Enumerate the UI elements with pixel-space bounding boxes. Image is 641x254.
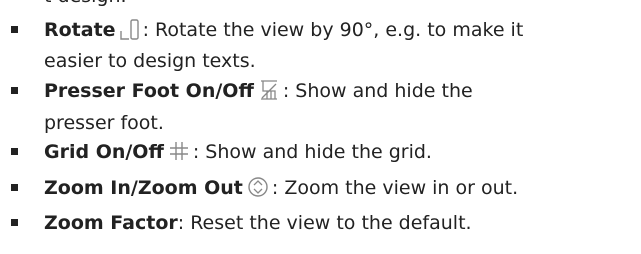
item-description: : Reset the view to the default. [177, 212, 472, 234]
bullet-icon [11, 219, 18, 226]
item-description-continued: easier to design texts. [44, 50, 256, 72]
list-item-text: Presser Foot On/Off : Show and hide the [44, 75, 639, 107]
item-description: : Zoom the view in or out. [271, 177, 519, 199]
rotate-icon [119, 18, 140, 40]
item-title: Zoom In/Zoom Out [44, 177, 243, 199]
item-title: Grid On/Off [44, 141, 164, 163]
bullet-icon [11, 87, 18, 94]
item-description: : Show and hide the [282, 80, 473, 102]
grid-icon [168, 140, 190, 162]
item-description-continued: presser foot. [44, 112, 164, 134]
item-title: Zoom Factor [44, 212, 178, 234]
zoom-icon [247, 176, 269, 198]
item-description: : Show and hide the grid. [192, 141, 432, 163]
item-title: Presser Foot On/Off [44, 80, 254, 102]
bullet-icon [11, 184, 18, 191]
bullet-icon [11, 26, 18, 33]
list-item-text: Rotate : Rotate the view by 90°, e.g. to … [44, 14, 639, 46]
list-item-text: Grid On/Off : Show and hide the grid. [44, 136, 639, 168]
list-item-text: Zoom In/Zoom Out : Zoom the view in or ou… [44, 172, 639, 204]
bullet-icon [11, 148, 18, 155]
presser-foot-icon [258, 79, 280, 101]
item-title: Rotate [44, 19, 116, 41]
help-document: t design. Rotate : Rotate the view by 90°… [0, 0, 641, 254]
list-item-text: Zoom Factor: Reset the view to the defau… [44, 207, 639, 239]
previous-line-fragment: t design. [44, 0, 127, 8]
item-description: : Rotate the view by 90°, e.g. to make i… [142, 19, 524, 41]
